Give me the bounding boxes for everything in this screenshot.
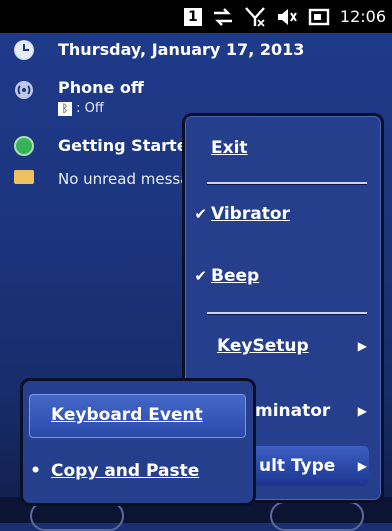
notification-badge[interactable]: 1 [183, 6, 202, 28]
speaker-muted-icon[interactable] [276, 6, 298, 28]
date-item[interactable]: Thursday, January 17, 2013 [0, 36, 392, 62]
getting-started-text: Getting Starte [58, 136, 188, 155]
submenu-item-copy-and-paste[interactable]: • Copy and Paste [23, 451, 253, 491]
menu-item-label: Beep [211, 266, 260, 286]
result-type-submenu: Keyboard Event • Copy and Paste [20, 378, 256, 506]
menu-separator [207, 312, 367, 315]
bluetooth-status-text: : Off [76, 101, 104, 116]
right-softkey[interactable] [270, 501, 364, 531]
menu-item-exit[interactable]: Exit [185, 130, 381, 166]
menu-separator [207, 182, 367, 185]
battery-icon[interactable] [308, 6, 330, 28]
bullet-icon: • [30, 461, 41, 481]
notification-count: 1 [183, 7, 202, 26]
menu-item-keysetup[interactable]: KeySetup ▶ [185, 326, 381, 366]
sync-icon[interactable] [212, 6, 234, 28]
clock[interactable]: 12:06 [340, 7, 386, 26]
envelope-icon [14, 170, 34, 184]
menu-item-label: minator [255, 401, 331, 421]
date-text: Thursday, January 17, 2013 [58, 40, 305, 59]
menu-item-label: Vibrator [211, 204, 290, 224]
bluetooth-status: ᛒ : Off [58, 101, 104, 116]
submenu-item-label: Keyboard Event [51, 405, 203, 425]
chevron-right-icon: ▶ [357, 404, 367, 418]
messages-text: No unread messa [58, 170, 190, 188]
getting-started-icon [14, 136, 34, 156]
check-icon: ✔ [194, 205, 207, 223]
menu-item-vibrator[interactable]: ✔ Vibrator [185, 194, 381, 234]
submenu-item-keyboard-event[interactable]: Keyboard Event [23, 394, 253, 436]
menu-item-label: ult Type [259, 456, 336, 476]
menu-item-label: Exit [211, 138, 248, 158]
clock-icon [14, 40, 34, 60]
phone-title: Phone off [58, 78, 144, 97]
bluetooth-icon: ᛒ [58, 101, 72, 116]
chevron-right-icon: ▶ [357, 339, 367, 353]
phone-signal-icon [14, 80, 34, 100]
check-icon: ✔ [194, 267, 207, 285]
menu-item-beep[interactable]: ✔ Beep [185, 256, 381, 296]
menu-item-label: KeySetup [217, 336, 309, 356]
chevron-right-icon: ▶ [357, 459, 367, 473]
status-bar: 1 12:06 [0, 0, 392, 33]
no-signal-icon[interactable] [244, 6, 266, 28]
submenu-item-label: Copy and Paste [51, 461, 200, 481]
